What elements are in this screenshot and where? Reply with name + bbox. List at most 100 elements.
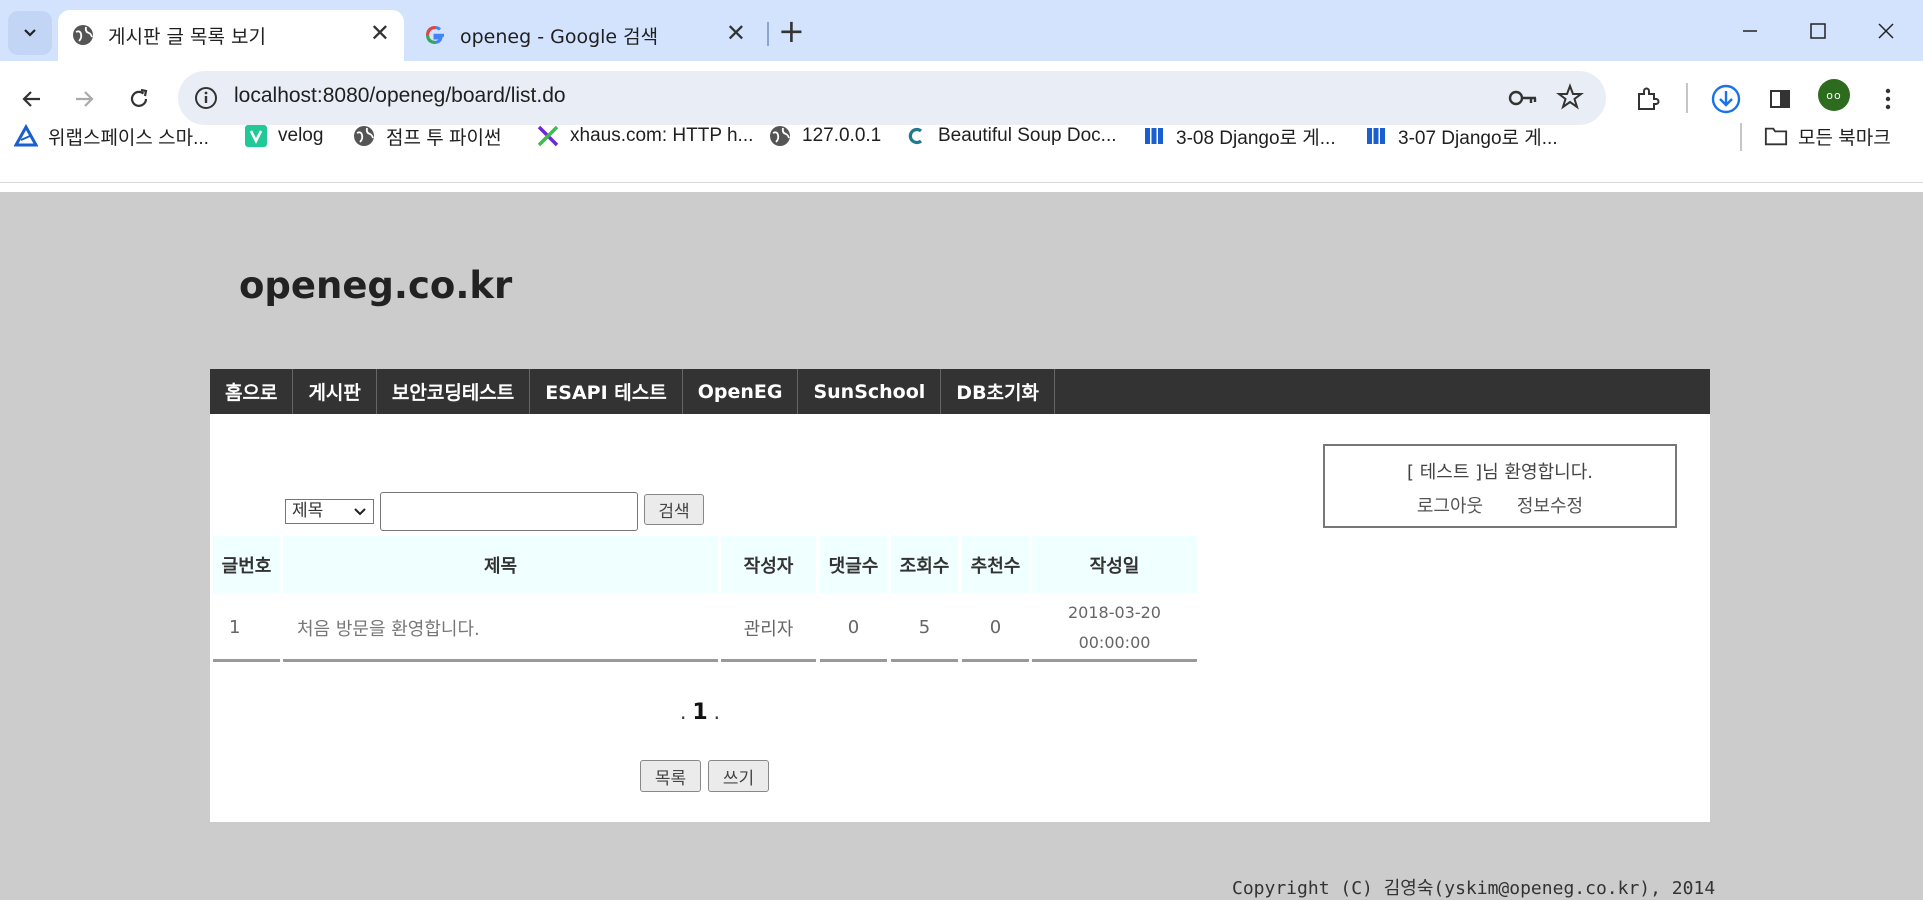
tab-search-button[interactable] bbox=[8, 11, 52, 55]
pager-prefix: . bbox=[680, 700, 687, 724]
google-icon bbox=[425, 25, 444, 45]
reload-button[interactable] bbox=[119, 79, 159, 119]
menu-item-board[interactable]: 게시판 bbox=[293, 369, 377, 414]
close-icon bbox=[1878, 23, 1894, 39]
chevron-down-icon bbox=[354, 508, 366, 516]
tab-google-search[interactable]: openeg - Google 검색 ✕ bbox=[410, 10, 760, 61]
minimize-icon bbox=[1743, 30, 1757, 32]
maximize-icon bbox=[1810, 23, 1826, 39]
triangle-icon bbox=[14, 124, 38, 148]
cell-comments: 0 bbox=[820, 596, 887, 662]
bookmark-item[interactable]: 위랩스페이스 스마... bbox=[14, 123, 209, 149]
list-button[interactable]: 목록 bbox=[640, 760, 701, 792]
pager-suffix: . bbox=[713, 700, 721, 724]
velog-icon bbox=[244, 124, 268, 148]
close-icon[interactable]: ✕ bbox=[370, 20, 390, 46]
column-header-likes: 추천수 bbox=[962, 536, 1029, 593]
cell-no: 1 bbox=[213, 596, 280, 662]
folder-icon bbox=[1764, 124, 1788, 148]
star-icon[interactable] bbox=[1556, 83, 1584, 111]
main-menu: 홈으로 게시판 보안코딩테스트 ESAPI 테스트 OpenEG SunScho… bbox=[210, 369, 1710, 414]
url-text[interactable]: localhost:8080/openeg/board/list.do bbox=[234, 84, 566, 108]
download-icon bbox=[1711, 84, 1741, 114]
downloads-button[interactable] bbox=[1706, 79, 1746, 119]
site-title: openeg.co.kr bbox=[239, 264, 513, 307]
menu-item-db-reset[interactable]: DB초기화 bbox=[941, 369, 1055, 414]
puzzle-icon bbox=[1638, 87, 1660, 110]
bookmark-label: Beautiful Soup Doc... bbox=[938, 125, 1117, 146]
pagination: .1. bbox=[680, 700, 720, 725]
menu-item-home[interactable]: 홈으로 bbox=[210, 369, 294, 414]
bookmark-item[interactable]: 127.0.0.1 bbox=[768, 123, 881, 149]
column-header-date: 작성일 bbox=[1032, 536, 1197, 593]
toolbar-divider bbox=[1686, 83, 1688, 113]
cell-date-time: 00:00:00 bbox=[1078, 632, 1151, 652]
key-icon[interactable] bbox=[1508, 85, 1538, 111]
bookmark-item[interactable]: 3-07 Django로 게... bbox=[1364, 123, 1558, 149]
minimize-button[interactable] bbox=[1730, 14, 1770, 48]
bookmark-label: 3-07 Django로 게... bbox=[1398, 127, 1558, 149]
tab-title: 게시판 글 목록 보기 bbox=[108, 26, 266, 48]
post-title-link[interactable]: 처음 방문을 환영합니다. bbox=[283, 596, 718, 662]
arrow-left-icon bbox=[22, 91, 40, 107]
tab-board-list[interactable]: 게시판 글 목록 보기 ✕ bbox=[58, 10, 404, 61]
bookmark-label: 3-08 Django로 게... bbox=[1176, 127, 1336, 149]
maximize-button[interactable] bbox=[1798, 14, 1838, 48]
book-icon bbox=[1364, 124, 1388, 148]
bookmark-item[interactable]: xhaus.com: HTTP h... bbox=[536, 123, 753, 149]
close-window-button[interactable] bbox=[1866, 14, 1906, 48]
search-button[interactable]: 검색 bbox=[644, 494, 704, 525]
menu-button[interactable] bbox=[1868, 79, 1908, 119]
search-field-select[interactable]: 제목 bbox=[285, 499, 374, 524]
back-button[interactable] bbox=[12, 79, 52, 119]
bookmark-item[interactable]: 점프 투 파이썬 bbox=[352, 123, 501, 149]
column-header-writer: 작성자 bbox=[721, 536, 816, 593]
all-bookmarks-button[interactable]: 모든 북마크 bbox=[1764, 123, 1891, 149]
bookmark-label: 127.0.0.1 bbox=[802, 125, 882, 146]
column-header-comments: 댓글수 bbox=[820, 536, 887, 593]
edit-info-link[interactable]: 정보수정 bbox=[1517, 496, 1583, 517]
extensions-button[interactable] bbox=[1628, 79, 1668, 119]
menu-item-sunschool[interactable]: SunSchool bbox=[798, 369, 942, 414]
logout-link[interactable]: 로그아웃 bbox=[1417, 496, 1483, 517]
browser-toolbar: localhost:8080/openeg/board/list.do oo 위… bbox=[0, 61, 1923, 192]
page-link-current[interactable]: 1 bbox=[692, 700, 707, 725]
side-panel-button[interactable] bbox=[1760, 79, 1800, 119]
write-button[interactable]: 쓰기 bbox=[708, 760, 769, 792]
info-icon[interactable] bbox=[192, 84, 220, 112]
bookmark-label: 점프 투 파이썬 bbox=[386, 127, 502, 149]
menu-item-secure-coding-test[interactable]: 보안코딩테스트 bbox=[377, 369, 531, 414]
tab-divider bbox=[767, 22, 769, 46]
chevron-down-icon bbox=[24, 29, 36, 37]
column-header-title: 제목 bbox=[283, 536, 718, 593]
book-icon bbox=[1142, 124, 1166, 148]
forward-button[interactable] bbox=[64, 79, 104, 119]
bookmark-divider bbox=[1740, 123, 1742, 151]
address-bar[interactable]: localhost:8080/openeg/board/list.do bbox=[178, 71, 1606, 125]
cell-likes: 0 bbox=[962, 596, 1029, 662]
x-icon bbox=[536, 124, 560, 148]
bookmark-item[interactable]: 3-08 Django로 게... bbox=[1142, 123, 1336, 149]
cell-date-day: 2018-03-20 bbox=[1068, 602, 1161, 622]
tab-title: openeg - Google 검색 bbox=[460, 26, 659, 48]
column-header-no: 글번호 bbox=[213, 536, 280, 593]
bookmark-item[interactable]: Beautiful Soup Doc... bbox=[904, 123, 1117, 149]
globe-icon bbox=[73, 25, 93, 45]
login-box: [ 테스트 ]님 환영합니다. 로그아웃 정보수정 bbox=[1323, 444, 1677, 528]
more-vert-icon bbox=[1885, 88, 1891, 110]
close-icon[interactable]: ✕ bbox=[726, 20, 746, 46]
all-bookmarks-label: 모든 북마크 bbox=[1798, 127, 1891, 149]
column-header-views: 조회수 bbox=[891, 536, 958, 593]
new-tab-button[interactable]: + bbox=[778, 14, 805, 48]
menu-item-openeg[interactable]: OpenEG bbox=[683, 369, 799, 414]
menu-item-esapi-test[interactable]: ESAPI 테스트 bbox=[530, 369, 683, 414]
globe-icon bbox=[352, 124, 376, 148]
bookmark-label: 위랩스페이스 스마... bbox=[48, 127, 209, 149]
bookmark-item[interactable]: velog bbox=[244, 123, 323, 149]
search-field-value: 제목 bbox=[292, 501, 324, 521]
search-input[interactable] bbox=[380, 492, 638, 531]
arrow-right-icon bbox=[76, 91, 94, 107]
c-icon bbox=[904, 124, 928, 148]
profile-avatar[interactable]: oo bbox=[1818, 79, 1850, 111]
globe-icon bbox=[768, 124, 792, 148]
